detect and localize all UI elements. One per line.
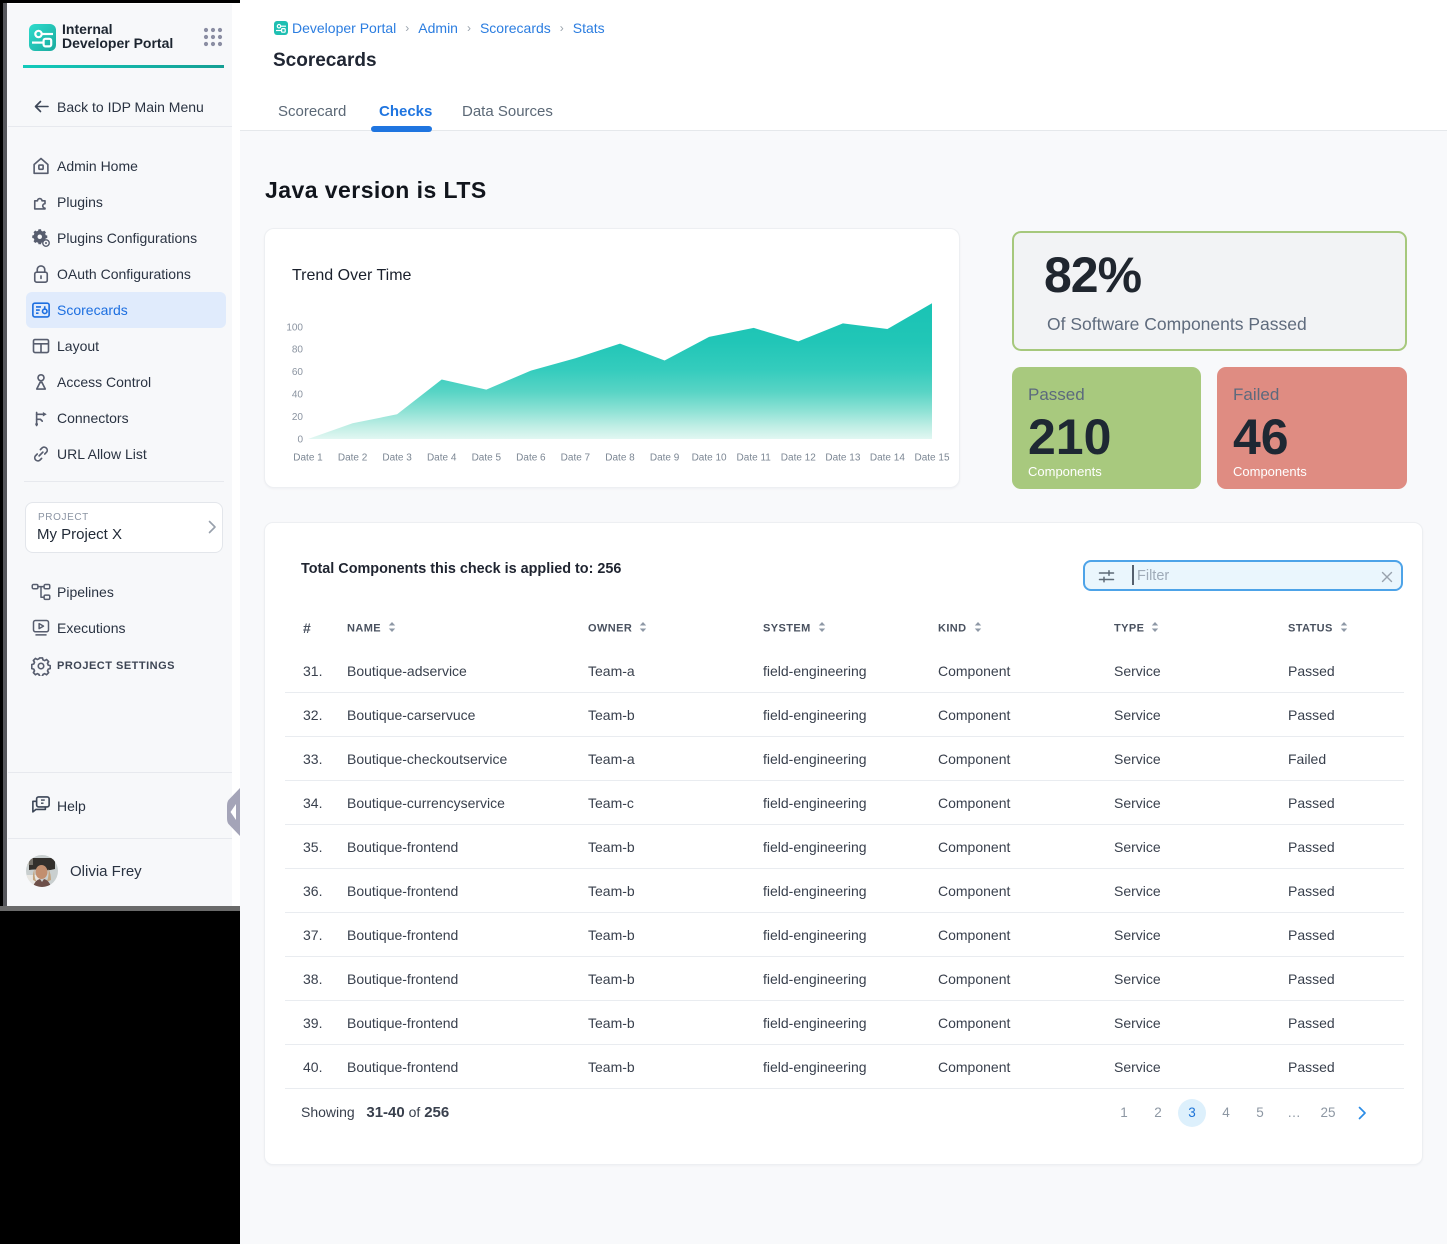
svg-text:Date 8: Date 8 (605, 453, 635, 464)
svg-text:Date 11: Date 11 (737, 453, 772, 464)
svg-text:100: 100 (286, 322, 303, 333)
svg-text:Date 13: Date 13 (825, 453, 860, 464)
svg-text:Date 7: Date 7 (561, 453, 591, 464)
svg-text:40: 40 (292, 390, 304, 401)
svg-text:0: 0 (297, 435, 303, 446)
svg-text:Date 14: Date 14 (870, 453, 905, 464)
svg-text:Date 2: Date 2 (338, 453, 368, 464)
svg-text:Date 12: Date 12 (781, 453, 816, 464)
svg-text:Date 3: Date 3 (382, 453, 412, 464)
svg-text:Date 10: Date 10 (692, 453, 727, 464)
svg-text:80: 80 (292, 345, 304, 356)
svg-text:Date 9: Date 9 (650, 453, 680, 464)
svg-text:Date 1: Date 1 (293, 453, 323, 464)
svg-text:Date 4: Date 4 (427, 453, 457, 464)
svg-text:60: 60 (292, 367, 304, 378)
svg-text:Date 5: Date 5 (472, 453, 502, 464)
svg-text:Date 6: Date 6 (516, 453, 546, 464)
svg-text:20: 20 (292, 412, 304, 423)
svg-text:Date 15: Date 15 (914, 453, 949, 464)
